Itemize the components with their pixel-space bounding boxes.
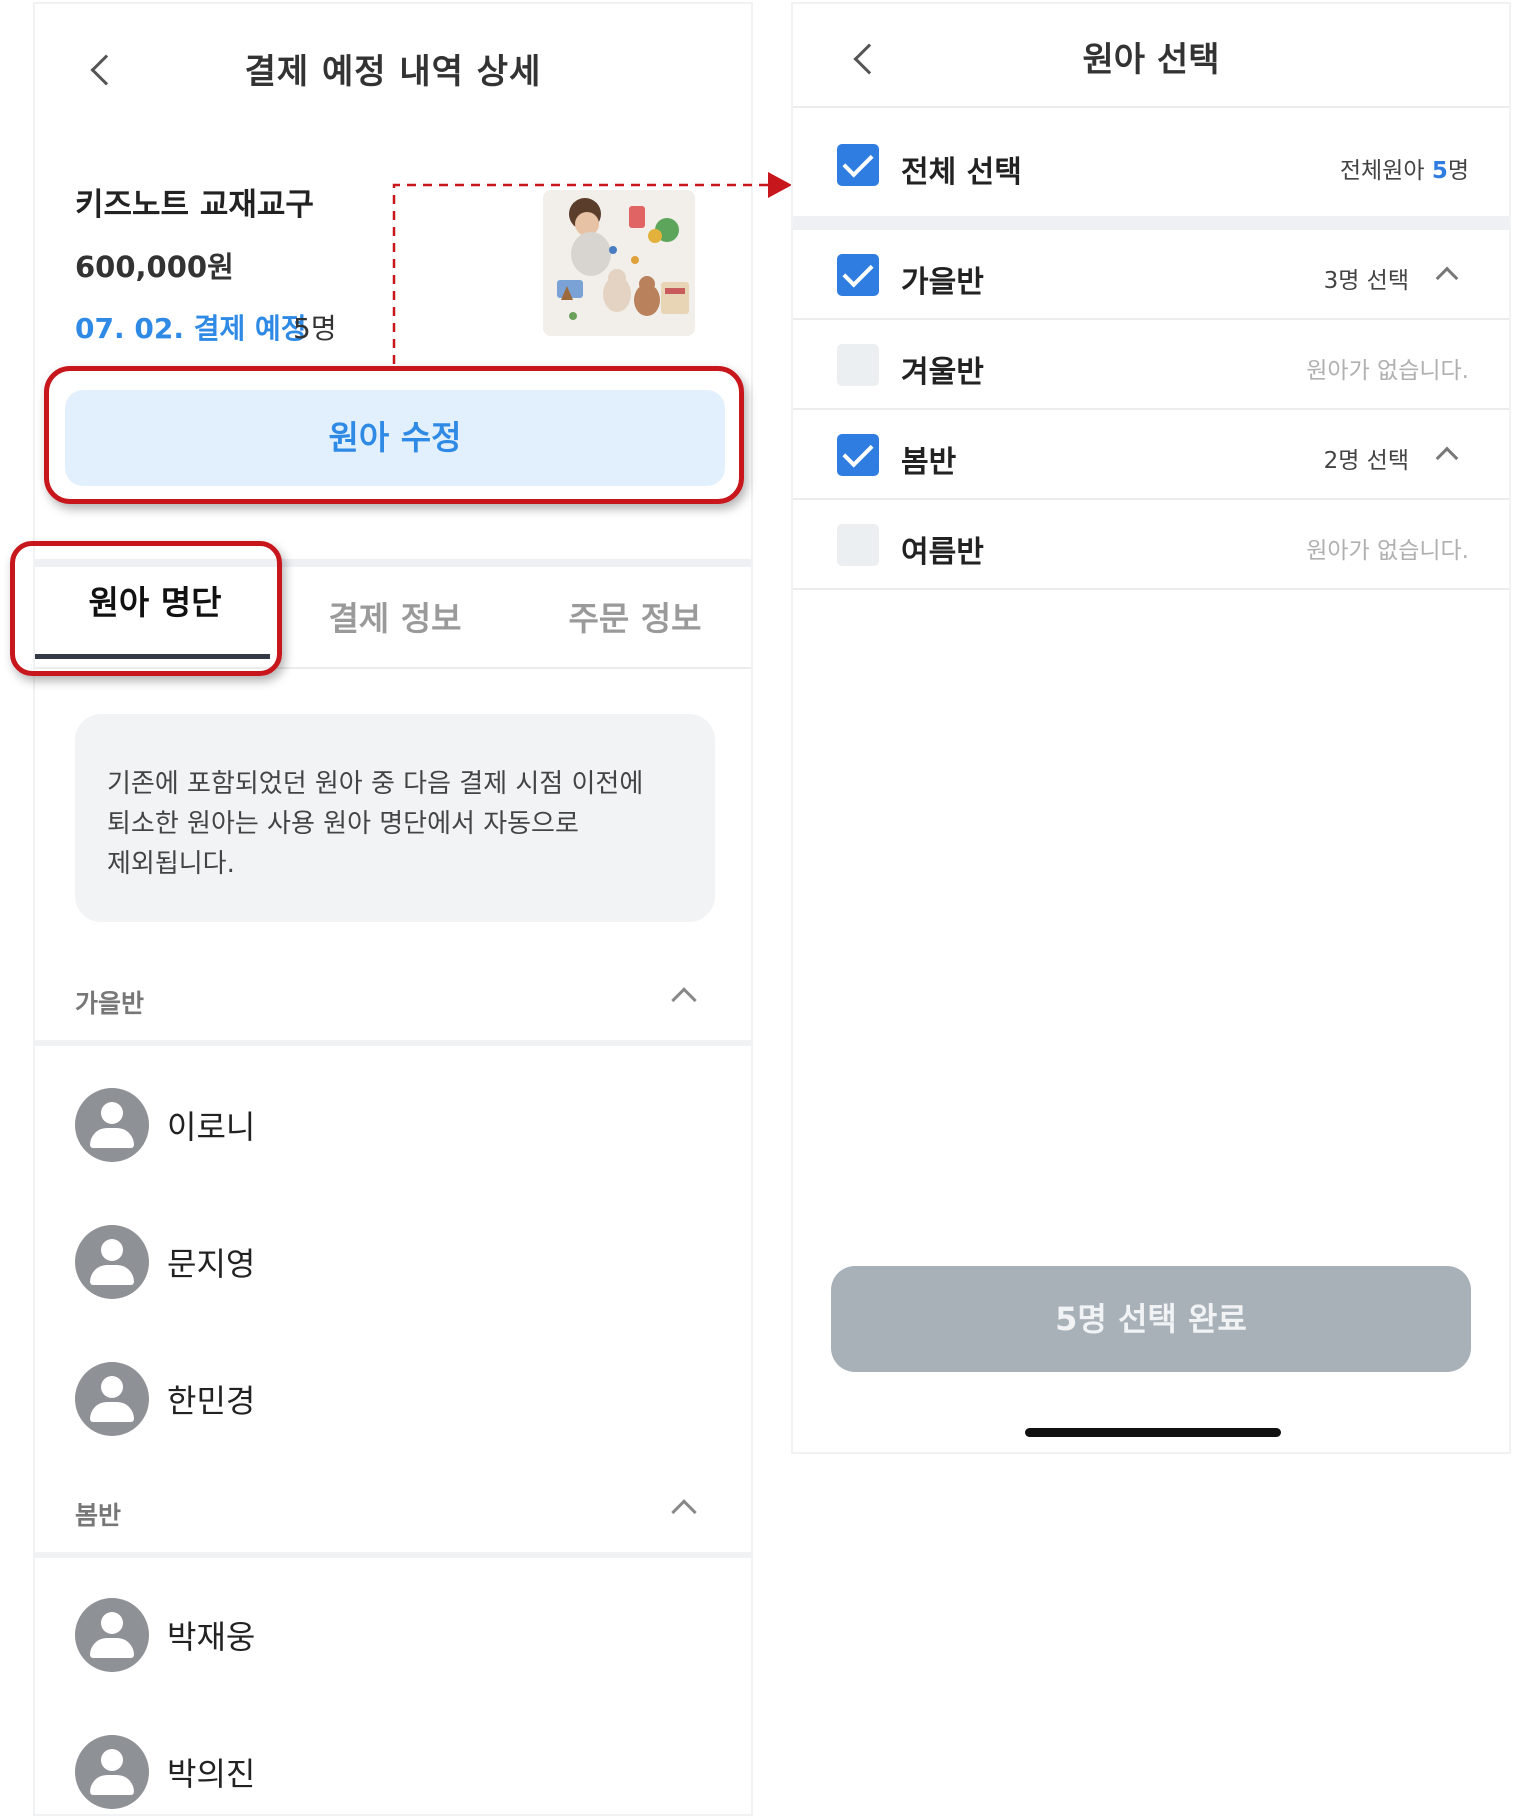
avatar-icon	[75, 1088, 149, 1162]
list-item: 문지영	[35, 1191, 751, 1328]
checkbox-icon[interactable]	[837, 344, 879, 386]
select-all-label: 전체 선택	[901, 155, 1022, 190]
child-name: 문지영	[167, 1245, 256, 1283]
checkbox-icon[interactable]	[837, 524, 879, 566]
chevron-up-icon[interactable]	[671, 1499, 697, 1525]
home-indicator	[1025, 1428, 1281, 1437]
child-select-screen: 원아 선택 전체 선택 전체원아 5명 가을반 3명 선택 겨울반 원아가 없습…	[791, 2, 1511, 1454]
child-name: 한민경	[167, 1382, 256, 1420]
list-item: 한민경	[35, 1328, 751, 1465]
class-label: 봄반	[901, 445, 957, 480]
total-count: 5	[1431, 158, 1448, 184]
class-row-winter[interactable]: 겨울반 원아가 없습니다.	[793, 320, 1509, 410]
active-tab-indicator	[35, 654, 270, 659]
class-info: 3명 선택	[1323, 268, 1409, 294]
total-prefix: 전체원아	[1339, 158, 1432, 184]
avatar-icon	[75, 1598, 149, 1672]
header: 결제 예정 내역 상세	[35, 4, 751, 134]
chevron-up-icon[interactable]	[1435, 446, 1459, 470]
product-thumbnail	[543, 190, 695, 336]
checkbox-icon[interactable]	[837, 144, 879, 186]
group-header-spring[interactable]: 봄반	[35, 1468, 751, 1558]
checkbox-icon[interactable]	[837, 434, 879, 476]
avatar-icon	[75, 1225, 149, 1299]
tab-bar: 원아 명단 결제 정보 주문 정보	[35, 569, 751, 669]
product-name: 키즈노트 교재교구	[75, 187, 314, 223]
list-item: 이로니	[35, 1054, 751, 1191]
class-label: 여름반	[901, 535, 984, 570]
list-item: 박재웅	[35, 1564, 751, 1701]
avatar-icon	[75, 1735, 149, 1809]
class-label: 겨울반	[901, 355, 984, 390]
class-info: 2명 선택	[1323, 448, 1409, 474]
page-title: 결제 예정 내역 상세	[244, 52, 542, 92]
payment-detail-screen: 결제 예정 내역 상세 키즈노트 교재교구 600,000원 07. 02. 결…	[33, 2, 753, 1816]
product-price: 600,000원	[75, 250, 234, 284]
checkbox-icon[interactable]	[837, 254, 879, 296]
group-label: 가을반	[75, 989, 145, 1018]
notice-line: 기존에 포함되었던 원아 중 다음 결제 시점 이전에	[107, 769, 644, 799]
payment-date-status: 07. 02. 결제 예정	[75, 312, 307, 345]
tab-payment-info[interactable]: 결제 정보	[275, 569, 515, 669]
header: 원아 선택	[793, 4, 1509, 108]
section-divider	[793, 216, 1509, 230]
child-name: 박재웅	[167, 1618, 256, 1656]
group-label: 봄반	[75, 1501, 122, 1530]
class-row-autumn[interactable]: 가을반 3명 선택	[793, 230, 1509, 320]
chevron-up-icon[interactable]	[671, 987, 697, 1013]
chevron-up-icon[interactable]	[1435, 266, 1459, 290]
page-title: 원아 선택	[1082, 40, 1220, 80]
child-name: 박의진	[167, 1755, 256, 1793]
tab-order-info[interactable]: 주문 정보	[515, 569, 751, 669]
select-all-row[interactable]: 전체 선택 전체원아 5명	[793, 120, 1509, 210]
list-item: 박의진	[35, 1701, 751, 1814]
class-row-summer[interactable]: 여름반 원아가 없습니다.	[793, 500, 1509, 590]
total-suffix: 명	[1447, 158, 1469, 184]
class-info: 원아가 없습니다.	[1306, 358, 1469, 384]
notice-box: 기존에 포함되었던 원아 중 다음 결제 시점 이전에 퇴소한 원아는 사용 원…	[75, 714, 715, 922]
avatar-icon	[75, 1362, 149, 1436]
notice-line: 퇴소한 원아는 사용 원아 명단에서 자동으로	[107, 809, 579, 839]
select-complete-button[interactable]: 5명 선택 완료	[831, 1266, 1471, 1372]
child-count: 5명	[293, 312, 337, 345]
class-row-spring[interactable]: 봄반 2명 선택	[793, 410, 1509, 500]
class-info: 원아가 없습니다.	[1306, 538, 1469, 564]
class-label: 가을반	[901, 265, 984, 300]
edit-children-button[interactable]: 원아 수정	[65, 390, 725, 486]
total-children-info: 전체원아 5명	[1340, 151, 1469, 185]
group-header-autumn[interactable]: 가을반	[35, 956, 751, 1046]
child-name: 이로니	[167, 1108, 256, 1146]
notice-line: 제외됩니다.	[107, 849, 235, 879]
tab-roster[interactable]: 원아 명단	[35, 553, 275, 653]
